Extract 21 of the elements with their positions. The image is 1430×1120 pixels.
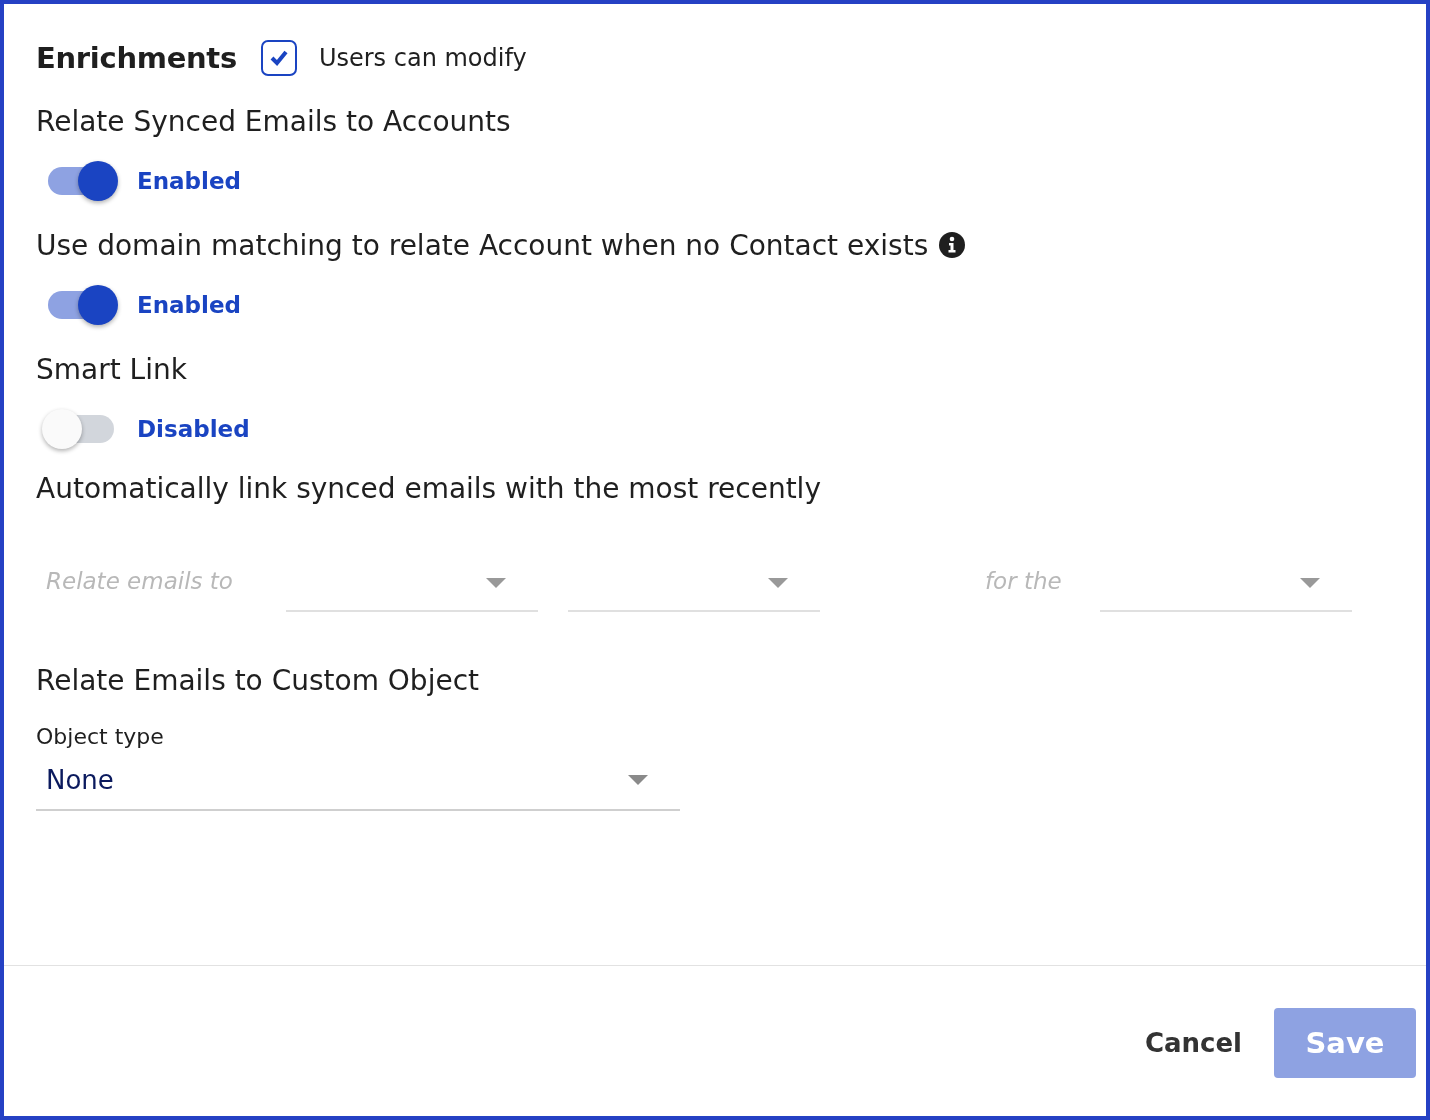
rule-label: Relate emails to — [46, 568, 234, 596]
setting-title: Relate Synced Emails to Accounts — [36, 104, 511, 138]
caret-icon — [768, 578, 788, 588]
field-label: Object type — [36, 724, 165, 749]
cancel-button[interactable]: Cancel — [1138, 1008, 1248, 1078]
checkbox-label: Users can modify — [318, 44, 527, 72]
setting-title: Relate Emails to Custom Object — [36, 662, 480, 699]
section-title: Enrichments — [36, 41, 237, 75]
toggle-status: Disabled — [137, 416, 250, 442]
caret-icon — [486, 578, 506, 588]
toggle-status: Enabled — [137, 292, 242, 318]
object-type-dropdown[interactable]: None — [36, 751, 680, 811]
caret-icon — [628, 775, 648, 785]
info-icon[interactable] — [938, 231, 967, 259]
checkbox[interactable] — [260, 40, 297, 76]
caret-icon — [1300, 578, 1320, 588]
setting-title: Automatically link synced emails with the most recently — [36, 470, 822, 507]
setting-title: Use domain matching to relate Account when no Contact exists — [36, 228, 929, 262]
rule-label: for the — [985, 568, 1063, 596]
toggle-status: Enabled — [137, 168, 242, 194]
setting-title: Smart Link — [36, 352, 187, 386]
